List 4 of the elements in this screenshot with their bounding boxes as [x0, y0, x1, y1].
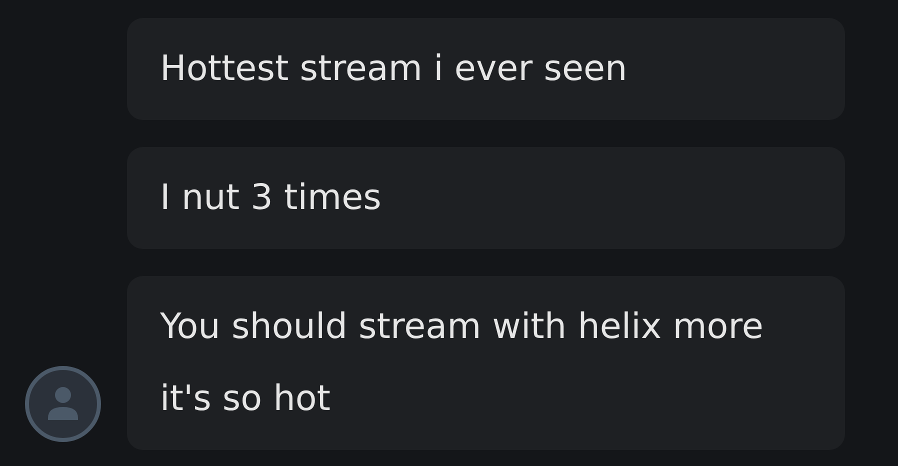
message-bubble: I nut 3 times — [127, 147, 845, 249]
message-bubble: Hottest stream i ever seen — [127, 18, 845, 120]
avatar-icon[interactable] — [24, 365, 102, 443]
message-bubble: You should stream with helix more it's so hot — [127, 276, 845, 450]
